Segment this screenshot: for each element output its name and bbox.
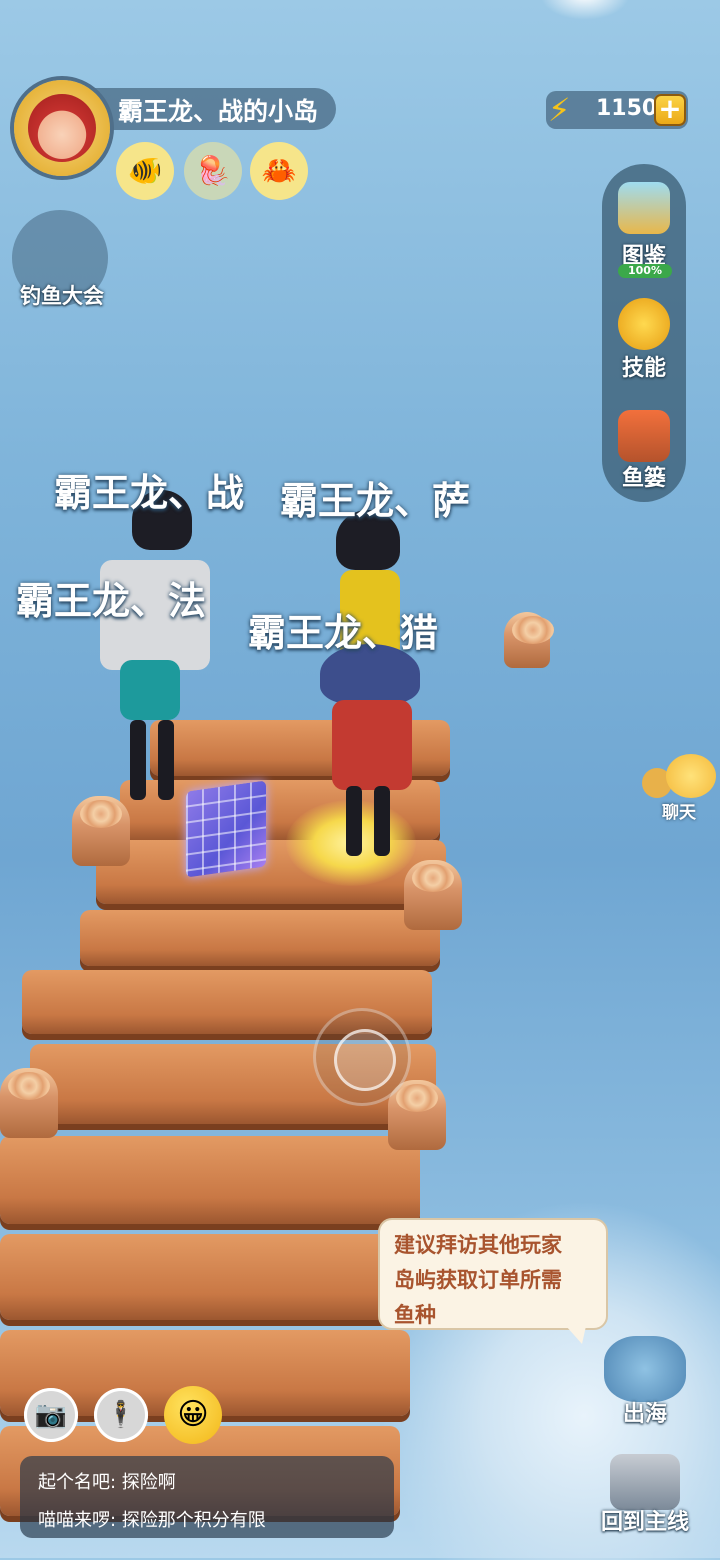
player-name-label: 霸王龙、猎 bbox=[248, 611, 439, 655]
jellyfish-icon: 🪼 bbox=[195, 154, 231, 187]
player-avatar[interactable] bbox=[14, 80, 110, 176]
chat-label[interactable]: 聊天 bbox=[656, 798, 702, 823]
collection-progress: 100% bbox=[618, 264, 672, 278]
camera-icon: 📷 bbox=[34, 1400, 68, 1430]
dock-plank bbox=[0, 1136, 420, 1224]
crab-icon: 🦀 bbox=[261, 154, 297, 187]
sun-glow bbox=[540, 0, 630, 20]
basket-button[interactable]: 鱼篓 bbox=[602, 404, 686, 512]
energy-value: 1150 bbox=[596, 96, 658, 121]
go-sea-label[interactable]: 出海 bbox=[604, 1396, 686, 1428]
joystick-knob[interactable] bbox=[334, 1029, 396, 1091]
fish-slot-crab[interactable]: 🦀 bbox=[250, 142, 308, 200]
person-icon: 🕴 bbox=[104, 1400, 138, 1430]
player-name-label: 霸王龙、法 bbox=[16, 579, 207, 623]
skills-button[interactable]: 技能 bbox=[602, 292, 686, 400]
fish-slot-jellyfish[interactable]: 🪼 bbox=[184, 142, 242, 200]
fishing-contest-label: 钓鱼大会 bbox=[20, 284, 104, 308]
skills-label: 技能 bbox=[621, 356, 666, 381]
dock-plank bbox=[80, 910, 440, 966]
tip-line: 岛屿获取订单所需 bbox=[394, 1268, 562, 1292]
player-name-label: 霸王龙、萨 bbox=[280, 479, 471, 523]
dock-post bbox=[0, 1068, 58, 1138]
emote-button[interactable]: 😀 bbox=[164, 1386, 222, 1444]
dock-post bbox=[504, 612, 554, 668]
chat-message: 起个名吧: 探险啊 bbox=[38, 1472, 176, 1493]
island-name: 霸王龙、战的小岛 bbox=[118, 97, 319, 126]
fish-slot-clownfish[interactable]: 🐠 bbox=[116, 142, 174, 200]
player-name-label: 霸王龙、战 bbox=[54, 471, 245, 515]
chat-message: 喵喵来啰: 探险那个积分有限 bbox=[38, 1510, 266, 1531]
tip-tail bbox=[566, 1326, 586, 1344]
add-energy-button[interactable]: + bbox=[654, 94, 686, 126]
go-sea-button[interactable] bbox=[604, 1336, 686, 1402]
player-character-lie[interactable] bbox=[310, 640, 430, 870]
lightning-icon: ⚡ bbox=[548, 91, 571, 129]
tip-bubble: 建议拜访其他玩家 岛屿获取订单所需 鱼种 bbox=[378, 1218, 608, 1330]
movement-joystick[interactable] bbox=[313, 1008, 411, 1106]
clownfish-icon: 🐠 bbox=[127, 154, 163, 187]
chat-bubble-icon[interactable] bbox=[666, 754, 716, 798]
basket-label: 鱼篓 bbox=[621, 466, 666, 491]
action-button[interactable]: 🕴 bbox=[94, 1388, 148, 1442]
smile-icon: 😀 bbox=[177, 1397, 209, 1432]
tip-line: 鱼种 bbox=[394, 1303, 436, 1327]
dock-post bbox=[404, 860, 462, 930]
fish-basket-icon bbox=[618, 410, 670, 462]
main-quest-label[interactable]: 回到主线 bbox=[590, 1504, 700, 1536]
tip-line: 建议拜访其他玩家 bbox=[394, 1233, 562, 1257]
camera-button[interactable]: 📷 bbox=[24, 1388, 78, 1442]
main-quest-button[interactable] bbox=[610, 1454, 680, 1510]
anchor-icon bbox=[618, 298, 670, 350]
avatar-face bbox=[28, 94, 96, 162]
dock-plank bbox=[0, 1234, 412, 1320]
book-icon bbox=[618, 182, 670, 234]
player-character-fa[interactable] bbox=[100, 480, 220, 820]
